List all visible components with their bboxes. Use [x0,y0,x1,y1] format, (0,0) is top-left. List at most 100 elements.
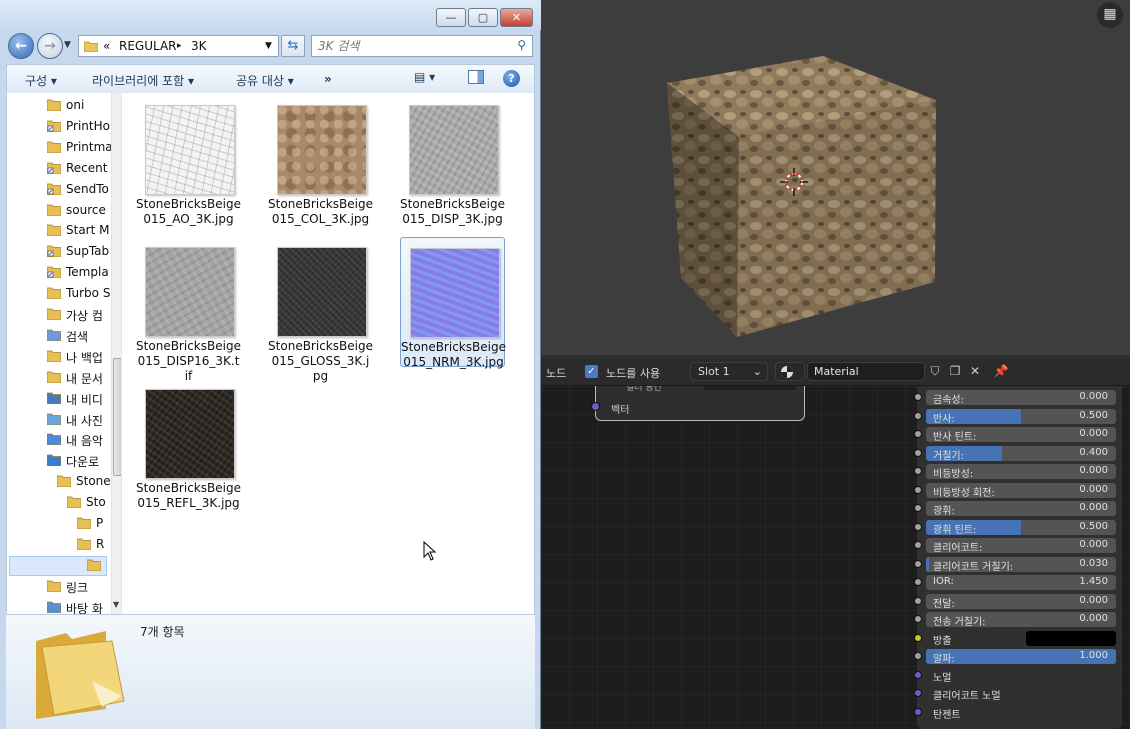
nav-item[interactable]: 다운로 [47,450,121,470]
maximize-button[interactable]: ▢ [468,8,498,27]
nav-item[interactable]: Turbo S [47,283,121,303]
nav-item[interactable]: SendTo [47,179,121,199]
fake-user-shield-icon[interactable]: ⛉ [927,363,943,379]
perspective-grid-icon[interactable]: ▦ [1097,2,1123,28]
use-nodes-checkbox[interactable]: ✓ [585,365,598,378]
file-list[interactable]: StoneBricksBeige015_AO_3K.jpg StoneBricks… [121,93,535,614]
nav-scrollbar[interactable]: ▼ [111,93,121,614]
close-button[interactable]: ✕ [500,8,533,27]
input-socket[interactable] [914,596,922,605]
file-item[interactable]: StoneBricksBeige015_DISP16_3K.tif [136,237,241,383]
nav-scrollbar-thumb[interactable] [113,358,121,476]
more-commands-button[interactable]: » [324,72,332,86]
breadcrumb-3k[interactable]: 3K [191,39,207,53]
emission-color-swatch[interactable] [1026,630,1116,646]
nav-item[interactable]: oni [47,95,121,115]
value-slider[interactable]: 광휘: 0.000 [926,501,1116,516]
input-socket[interactable] [914,541,922,549]
bsdf-input-row[interactable]: 전송 거칠기: 0.000 [914,612,1116,627]
bsdf-input-row[interactable]: 노멀 [914,668,1116,684]
bsdf-input-row[interactable]: 전달: 0.000 [914,593,1116,609]
bsdf-input-row[interactable]: 광휘: 0.000 [914,501,1116,516]
chevron-down-icon[interactable]: ▼ [265,41,272,51]
scroll-down-arrow-icon[interactable]: ▼ [113,600,119,609]
include-in-library-menu[interactable]: 라이브러리에 포함 ▾ [92,72,194,89]
value-slider[interactable]: 광휘 틴트: 0.500 [926,519,1116,535]
nav-item[interactable]: 내 사진 [47,409,121,429]
file-item[interactable]: StoneBricksBeige015_GLOSS_3K.jpg [268,237,373,383]
search-input[interactable] [318,38,508,54]
nav-item[interactable]: 가상 컴 [47,304,121,324]
input-socket[interactable] [914,559,922,568]
3d-cursor-icon[interactable] [780,168,808,196]
address-bar[interactable]: « REGULAR ▸ 3K ▼ [78,35,279,57]
file-item[interactable]: StoneBricksBeige015_NRM_3K.jpg [400,237,506,369]
minimize-button[interactable]: — [436,8,466,27]
nav-item[interactable]: 바탕 화 [47,597,121,614]
bsdf-input-row[interactable]: 클리어코트 거칠기: 0.030 [914,556,1116,572]
unlink-material-icon[interactable]: ✕ [967,363,983,379]
input-socket[interactable] [914,467,922,475]
input-socket[interactable] [914,578,922,586]
breadcrumb-regular[interactable]: REGULAR [119,39,177,53]
value-slider[interactable]: IOR: 1.450 [926,575,1116,590]
nav-item[interactable]: 내 음악 [47,429,121,449]
input-socket[interactable] [914,652,922,660]
organize-menu[interactable]: 구성 ▾ [25,72,57,89]
nav-item[interactable]: PrintHo [47,116,121,136]
pin-icon[interactable]: 📌 [993,363,1009,379]
bsdf-input-row[interactable]: 금속성: 0.000 [914,390,1116,405]
help-icon[interactable]: ? [503,70,520,87]
bsdf-input-row[interactable]: 거칠기: 0.400 [914,445,1116,461]
input-socket[interactable] [914,504,922,512]
3d-viewport[interactable]: ▦ [541,0,1130,355]
file-item[interactable]: StoneBricksBeige015_AO_3K.jpg [136,95,241,226]
shader-node-editor[interactable]: 컬러 공간 sRGB 벡터 금속성: 0.000 반사: 0.500 반사 틴트: 0.0… [541,355,1130,729]
value-slider[interactable]: 거칠기: 0.400 [926,445,1116,461]
input-socket[interactable] [914,707,922,716]
bsdf-input-row[interactable]: 방출 [914,630,1116,647]
bsdf-input-row[interactable]: 클리어코트: 0.000 [914,538,1116,553]
value-slider[interactable]: 비등방성: 0.000 [926,464,1116,479]
file-item[interactable]: StoneBricksBeige015_REFL_3K.jpg [136,379,241,510]
material-name-field[interactable]: Material [807,362,925,381]
node-menu[interactable]: 노드 [546,365,566,381]
value-slider[interactable]: 반사 틴트: 0.000 [926,427,1116,442]
breadcrumb-overflow[interactable]: « [103,39,110,53]
title-bar[interactable]: — ▢ ✕ [0,0,541,30]
duplicate-material-icon[interactable]: ❐ [947,363,963,379]
value-slider[interactable]: 비등방성 회전: 0.000 [926,482,1116,498]
vector-input-socket[interactable] [591,402,600,411]
nav-item[interactable]: 내 비디 [47,388,121,408]
share-with-menu[interactable]: 공유 대상 ▾ [236,72,294,89]
file-item[interactable]: StoneBricksBeige015_COL_3K.jpg [268,95,373,226]
browse-material-button[interactable] [775,362,805,381]
nav-item[interactable]: source [47,200,121,220]
input-socket[interactable] [914,485,922,494]
input-socket[interactable] [914,522,922,531]
nav-item[interactable]: SupTab [47,241,121,261]
principled-bsdf-node[interactable]: 금속성: 0.000 반사: 0.500 반사 틴트: 0.000 거칠기: 0.400 비등방… [914,386,1122,729]
input-socket[interactable] [914,393,922,401]
input-socket[interactable] [914,615,922,623]
forward-button[interactable]: → [37,33,63,59]
nav-item[interactable]: Templa [47,262,121,282]
material-slot-dropdown[interactable]: Slot 1 ⌄ [690,362,768,381]
breadcrumb-separator[interactable]: ▸ [177,41,182,51]
value-slider[interactable]: 금속성: 0.000 [926,390,1116,405]
input-socket[interactable] [914,689,922,697]
bsdf-input-row[interactable]: 비등방성: 0.000 [914,464,1116,479]
nav-item[interactable]: Start M [47,220,121,240]
input-socket[interactable] [914,448,922,457]
bsdf-input-row[interactable]: 반사 틴트: 0.000 [914,427,1116,442]
bsdf-input-row[interactable]: IOR: 1.450 [914,575,1116,590]
value-slider[interactable]: 클리어코트: 0.000 [926,538,1116,553]
nav-item[interactable]: 나 백업 [47,346,121,366]
value-slider[interactable]: 반사: 0.500 [926,408,1116,424]
nav-item[interactable]: Recent [47,158,121,178]
bsdf-input-row[interactable]: 광휘 틴트: 0.500 [914,519,1116,535]
nav-item[interactable]: 링크 [47,576,121,596]
change-view-button[interactable]: ▤ ▾ [414,70,444,84]
input-socket[interactable] [914,670,922,679]
bsdf-input-row[interactable]: 알파: 1.000 [914,649,1116,664]
